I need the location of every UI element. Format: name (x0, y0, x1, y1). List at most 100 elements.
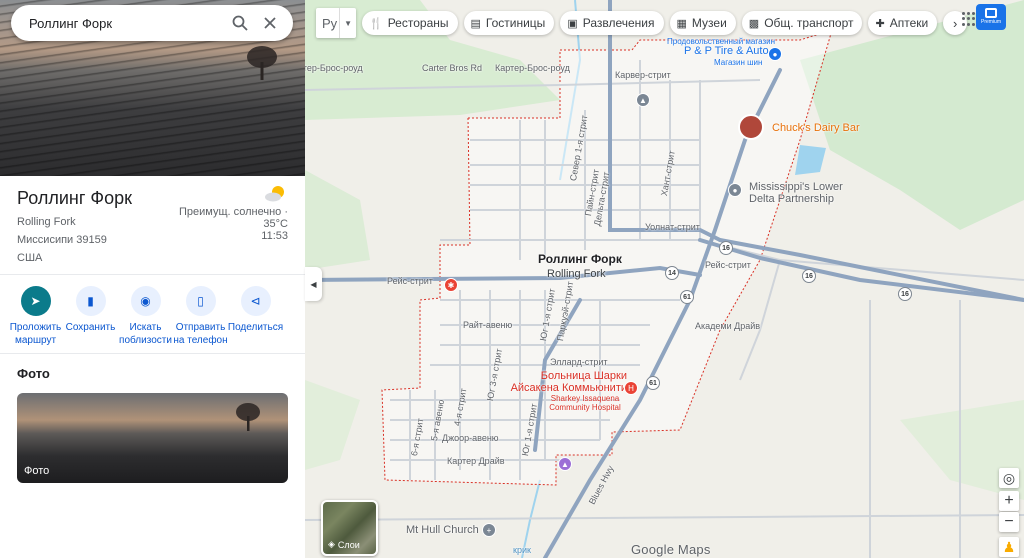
action-label: Сохранить (65, 322, 116, 333)
route-shield: 16 (898, 287, 912, 301)
layers-button[interactable]: ◈ Слои (321, 500, 378, 556)
action-label: Проложить маршрут (9, 322, 62, 346)
poi-delta-label[interactable]: Mississippi's Lower Delta Partnership (749, 181, 869, 205)
action-label: Отправить на телефон (173, 322, 228, 346)
tree-silhouette (236, 403, 260, 431)
chip-restaurants[interactable]: 🍴 Рестораны (362, 11, 458, 35)
language-select[interactable]: Ру ▼ (316, 8, 356, 38)
landmark-icon[interactable]: ✱ (444, 278, 458, 292)
street-label: Картер Драйв (447, 456, 505, 466)
collapse-panel-button[interactable]: ◀ (305, 267, 322, 301)
chevron-down-icon: ▼ (339, 8, 352, 38)
street-label: крик (513, 545, 531, 555)
send-to-phone-icon: ▯ (185, 286, 216, 316)
hospital-icon[interactable]: H (624, 381, 638, 395)
street-label: Райт-авеню (463, 320, 513, 330)
address-line: Rolling Fork (17, 216, 76, 228)
zoom-in-button[interactable]: + (999, 491, 1019, 511)
chip-label: Аптеки (889, 16, 929, 30)
nearby-icon: ◉ (130, 286, 161, 316)
route-shield: 16 (802, 269, 816, 283)
poi-church-label[interactable]: Mt Hull Church (406, 524, 479, 536)
bookmark-icon: ▮ (75, 286, 106, 316)
premium-icon (985, 8, 997, 18)
share-icon: ⊲ (240, 286, 271, 316)
poi-hospital-label[interactable]: Больница Шарки Айсакена Коммьюнити (502, 370, 627, 394)
chip-entertainment[interactable]: ▣ Развлечения (560, 11, 664, 35)
minus-icon: − (1004, 513, 1014, 530)
place-address: Rolling Fork Миссисипи 39159 США (17, 213, 107, 267)
office-icon[interactable]: ● (728, 183, 742, 197)
divider (0, 274, 305, 275)
hotel-icon: ▤ (470, 17, 481, 30)
premium-label: Premium (980, 19, 1001, 25)
premium-button[interactable]: Premium (976, 4, 1006, 30)
place-title: Роллинг Форк (17, 188, 132, 208)
pharmacy-icon: ✚ (875, 17, 885, 30)
my-location-button[interactable]: ◎ (999, 468, 1019, 488)
street-label: Академи Драйв (695, 321, 761, 331)
directions-button[interactable]: ➤ Проложить маршрут (8, 286, 63, 347)
photo-thumbnail[interactable]: Фото (17, 393, 288, 483)
restaurant-photo-pin[interactable] (738, 114, 764, 140)
zoom-out-button[interactable]: − (999, 512, 1019, 532)
church-icon[interactable]: + (482, 523, 496, 537)
street-view-button[interactable]: ♟ (999, 537, 1019, 557)
transit-icon: ▩ (748, 17, 760, 30)
close-icon[interactable] (255, 8, 285, 38)
town-label[interactable]: Роллинг Форк (538, 253, 622, 265)
street-label: Уолнат-стрит (645, 222, 700, 232)
apps-grid-icon[interactable] (962, 12, 976, 26)
action-buttons: ➤ Проложить маршрут ▮ Сохранить ◉ Искать… (8, 286, 283, 347)
street-label: Джоор-авеню (442, 433, 499, 443)
action-label: Искать поблизости (119, 322, 172, 346)
tree-silhouette (247, 46, 277, 80)
chevron-left-icon: ◀ (310, 279, 317, 289)
weather-time: 11:53 (261, 230, 288, 242)
street-label: Картер-Брос-роуд (495, 63, 570, 73)
directions-icon: ➤ (20, 286, 51, 316)
nearby-button[interactable]: ◉ Искать поблизости (118, 286, 173, 347)
address-line: Миссисипи 39159 (17, 234, 107, 246)
poi-tire-label[interactable]: P & P Tire & Auto (684, 45, 769, 57)
divider (0, 353, 305, 354)
partly-sunny-icon (265, 186, 284, 202)
route-shield: 16 (719, 241, 733, 255)
poi-sublabel: Магазин шин (714, 58, 763, 67)
street-label: Рейс-стрит (387, 276, 433, 286)
weather-condition: Преимущ. солнечно · (178, 206, 288, 218)
shopping-icon[interactable]: ● (768, 47, 782, 61)
share-button[interactable]: ⊲ Поделиться (228, 286, 283, 347)
layers-label: Слои (337, 539, 360, 550)
museum-icon: ▦ (676, 17, 687, 30)
chip-hotels[interactable]: ▤ Гостиницы (463, 11, 555, 35)
route-shield: 61 (646, 376, 660, 390)
search-icon[interactable] (225, 8, 255, 38)
weather-temp: 35°C (263, 218, 288, 230)
photo-caption: Фото (24, 465, 50, 477)
town-label-en: Rolling Fork (547, 268, 606, 280)
chip-pharmacies[interactable]: ✚ Аптеки (868, 11, 938, 35)
street-label: Эллард-стрит (550, 357, 608, 367)
layers-icon: ◈ (328, 539, 335, 549)
category-chip-bar: Ру ▼ 🍴 Рестораны ▤ Гостиницы ▣ Развлечения … (316, 8, 968, 38)
poi-chucks-label[interactable]: Chuck's Dairy Bar (772, 122, 860, 134)
chip-label: Гостиницы (485, 16, 546, 30)
location-target-icon: ◎ (1002, 469, 1016, 486)
worship-icon[interactable]: ▲ (558, 457, 572, 471)
send-to-phone-button[interactable]: ▯ Отправить на телефон (173, 286, 228, 347)
street-label: Карвер-стрит (615, 70, 671, 80)
chip-label: Общ. транспорт (764, 16, 854, 30)
pegman-icon: ♟ (1002, 538, 1016, 555)
street-label: Carter Bros Rd (422, 63, 483, 73)
map-canvas[interactable]: ртер-Брос-роуд Carter Bros Rd Картер-Бро… (305, 0, 1024, 558)
search-input[interactable] (29, 15, 225, 31)
route-shield: 61 (680, 290, 694, 304)
camera-icon: ▣ (567, 17, 578, 30)
search-box[interactable] (11, 5, 293, 41)
school-icon[interactable]: ▲ (636, 93, 650, 107)
chip-transit[interactable]: ▩ Общ. транспорт (741, 11, 863, 35)
save-button[interactable]: ▮ Сохранить (63, 286, 118, 347)
chip-museums[interactable]: ▦ Музеи (669, 11, 736, 35)
plus-icon: + (1004, 492, 1014, 509)
